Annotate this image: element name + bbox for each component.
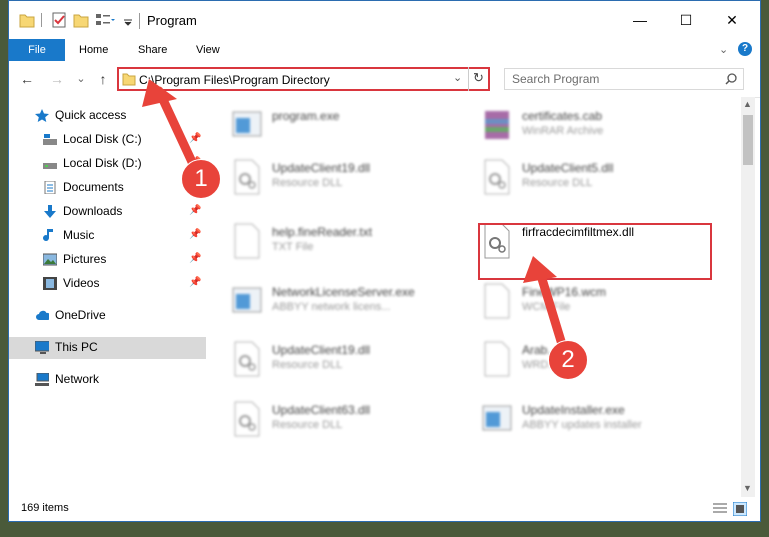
step-2-badge: 2 <box>548 340 588 380</box>
explorer-window: Program — ☐ ✕ File Home Share View ⌄ ? ←… <box>8 0 761 522</box>
annotation-arrows <box>142 79 569 356</box>
step-1-badge: 1 <box>181 159 221 199</box>
